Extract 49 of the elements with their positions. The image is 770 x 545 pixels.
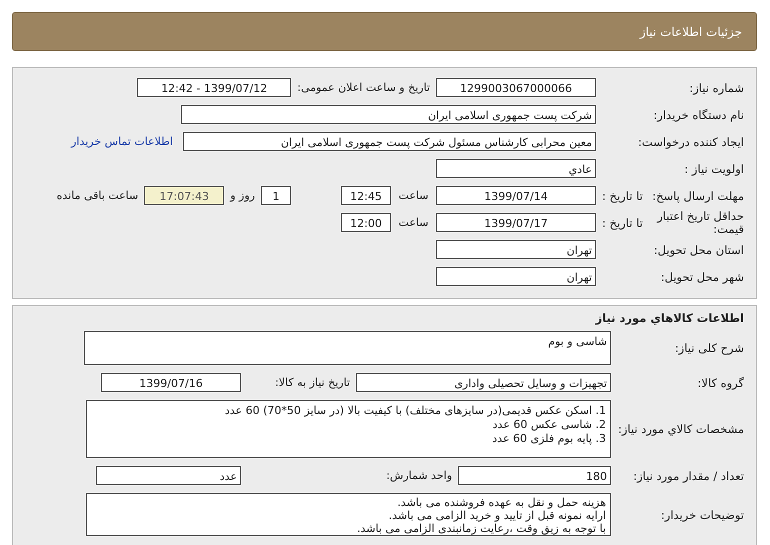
field-label: تاریخ نیاز به کالا: xyxy=(274,376,351,389)
field-label: تا تاریخ : xyxy=(602,216,643,230)
deadline-date-field: 1399/07/14 xyxy=(436,186,596,205)
spec-line: 2. شاسی عکس 60 عدد xyxy=(492,418,606,432)
field-label: ایجاد کننده درخواست: xyxy=(637,134,745,148)
field-label: واحد شمارش: xyxy=(385,469,453,482)
section-title: اطلاعات کالاهاي مورد نیاز xyxy=(594,311,745,327)
field-label: گروه کالا: xyxy=(696,376,745,390)
time-label: ساعت xyxy=(398,216,430,229)
time-label: ساعت xyxy=(398,189,430,202)
province-field: تهران xyxy=(436,240,596,259)
quantity-field: 180 xyxy=(458,466,611,485)
field-label: مهلت ارسال پاسخ: xyxy=(652,188,744,202)
validity-time-field: 12:00 xyxy=(341,213,391,232)
field-label: حداقل تاریخ اعتبار قیمت: xyxy=(656,210,744,236)
contact-link[interactable]: اطلاعات تماس خریدار xyxy=(71,135,173,148)
field-label: تعداد / مقدار مورد نیاز: xyxy=(632,468,745,482)
field-label: نام دستگاه خریدار: xyxy=(652,108,745,122)
need-date-field: 1399/07/16 xyxy=(101,373,241,392)
need-number-field: 1299003067000066 xyxy=(436,78,596,97)
days-field: 1 xyxy=(261,186,291,205)
note-line: هزینه حمل و نقل به عهده فروشنده می باشد. xyxy=(396,496,606,509)
spec-line: 1. اسکن عکس قدیمی(در سایزهای مختلف) با کیفیت بالا (در سایز 50*70) 60 عدد xyxy=(224,404,606,418)
deadline-time-field: 12:45 xyxy=(341,186,391,205)
city-field: تهران xyxy=(436,267,596,286)
field-label: اولویت نیاز : xyxy=(683,162,745,176)
validity-date-field: 1399/07/17 xyxy=(436,213,596,232)
field-label: تا تاریخ : xyxy=(602,188,643,202)
spec-line: 3. پایه بوم فلزی 60 عدد xyxy=(491,432,606,446)
field-label: توضیحات خریدار: xyxy=(660,508,745,522)
field-label: تاریخ و ساعت اعلان عمومی: xyxy=(296,81,431,94)
buyer-field: شرکت پست جمهوری اسلامی ایران xyxy=(181,105,596,124)
goods-group-field: تجهیزات و وسایل تحصیلی واداری xyxy=(356,373,611,392)
field-label: مشخصات کالاي مورد نیاز: xyxy=(616,422,745,436)
field-label: استان محل تحویل: xyxy=(652,242,745,256)
remaining-label: ساعت باقی مانده xyxy=(56,189,140,202)
field-label: شهر محل تحویل: xyxy=(660,270,745,284)
field-label: شرح کلی نیاز: xyxy=(674,341,745,355)
announce-date-field: 1399/07/12 - 12:42 xyxy=(137,78,292,97)
page-title: جزئیات اطلاعات نیاز xyxy=(640,24,742,38)
summary-field: شاسی و بوم xyxy=(84,331,611,365)
note-line: ارایه نمونه قبل از تایید و خرید الزامی می باشد. xyxy=(388,509,606,522)
field-label: شماره نیاز: xyxy=(688,80,745,94)
remaining-time-field: 17:07:43 xyxy=(144,186,224,205)
days-label: روز و xyxy=(228,189,256,202)
note-line: با توجه به زیق وقت ،رعایت زمانبندی الزامی می باشد. xyxy=(356,522,606,535)
unit-field: عدد xyxy=(96,466,241,485)
creator-field: معین محرابی کارشناس مسئول شرکت پست جمهوری اسلامی ایران xyxy=(183,132,596,151)
priority-field: عادي xyxy=(436,159,596,178)
